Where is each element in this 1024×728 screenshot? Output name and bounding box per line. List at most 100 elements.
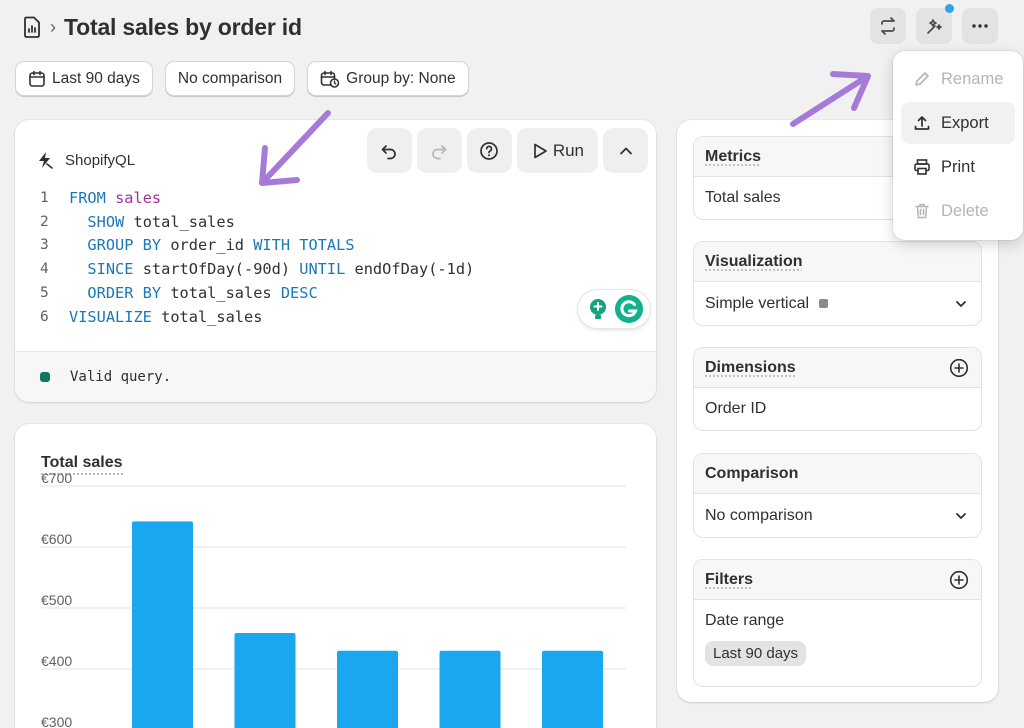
report-icon[interactable] [22, 16, 42, 38]
chevron-down-icon [953, 296, 969, 312]
sparkle-button[interactable] [916, 8, 952, 44]
chart-bar[interactable] [235, 633, 296, 728]
comparison-chip[interactable]: No comparison [165, 61, 295, 96]
dimensions-title: Dimensions [705, 359, 796, 377]
section-header: Comparison [694, 454, 981, 494]
run-button[interactable]: Run [517, 128, 598, 173]
filter-label: Date range [705, 612, 970, 630]
trash-icon [913, 202, 931, 220]
pencil-icon [913, 70, 931, 88]
code-line: 3 GROUP BY order_id WITH TOTALS [40, 234, 474, 258]
code-indent [69, 282, 87, 306]
code-token: endOfDay(-1d) [355, 258, 475, 282]
visualization-select[interactable]: Simple vertical [694, 282, 981, 326]
editor-status-bar: Valid query. [15, 351, 656, 402]
comparison-title: Comparison [705, 465, 798, 483]
grammarly-widget[interactable] [578, 290, 650, 328]
chip-label: Last 90 days [52, 70, 140, 88]
editor-header: ShopifyQL [35, 150, 135, 170]
status-text: Valid query. [70, 369, 171, 385]
run-label: Run [553, 141, 584, 161]
calendar-clock-icon [320, 70, 340, 88]
redo-button[interactable] [417, 128, 462, 173]
undo-icon [379, 141, 399, 161]
more-horizontal-icon [970, 16, 990, 36]
page-header: › Total sales by order id [22, 12, 302, 42]
bar-chart: €700 €600 €500 €400 €300 [15, 424, 656, 728]
code-line: 4 SINCE startOfDay(-90d) UNTIL endOfDay(… [40, 258, 474, 282]
chart-bar[interactable] [132, 521, 193, 728]
code-indent [69, 234, 87, 258]
repeat-button[interactable] [870, 8, 906, 44]
line-number: 2 [40, 211, 69, 235]
code-indent [69, 211, 87, 235]
code-editor[interactable]: 1 FROM sales 2 SHOW total_sales 3 GROUP BY … [40, 187, 474, 329]
collapse-button[interactable] [603, 128, 648, 173]
plus-circle-icon[interactable] [949, 570, 969, 590]
section-header: Dimensions [694, 348, 981, 388]
comparison-select[interactable]: No comparison [694, 494, 981, 538]
section-header: Visualization [694, 242, 981, 282]
code-token: UNTIL [299, 258, 354, 282]
notification-dot [945, 4, 954, 13]
code-line: 1 FROM sales [40, 187, 474, 211]
editor-title: ShopifyQL [65, 152, 135, 169]
chip-label: No comparison [178, 70, 282, 88]
line-number: 6 [40, 306, 69, 330]
code-token: WITH TOTALS [253, 234, 354, 258]
menu-item-export[interactable]: Export [901, 102, 1015, 144]
visualization-value: Simple vertical [705, 295, 809, 312]
repeat-icon [878, 16, 898, 36]
chart-bar[interactable] [337, 651, 398, 728]
chart-card: Total sales €700 €600 €500 €400 €300 [15, 424, 656, 728]
chevron-up-icon [617, 142, 635, 160]
plus-circle-icon[interactable] [949, 358, 969, 378]
code-token: SINCE [87, 258, 142, 282]
date-range-chip[interactable]: Last 90 days [15, 61, 153, 96]
line-number: 4 [40, 258, 69, 282]
undo-button[interactable] [367, 128, 412, 173]
color-swatch [819, 299, 828, 308]
code-token: total_sales [170, 282, 281, 306]
visualization-title: Visualization [705, 253, 803, 271]
breadcrumb-separator: › [50, 17, 56, 38]
group-by-chip[interactable]: Group by: None [307, 61, 468, 96]
lightning-icon [35, 150, 55, 170]
y-tick-label: €700 [41, 470, 72, 486]
menu-item-label: Rename [941, 70, 1003, 89]
chip-label: Group by: None [346, 70, 455, 88]
help-button[interactable] [467, 128, 512, 173]
dimension-item[interactable]: Order ID [694, 388, 981, 430]
more-actions-button[interactable] [962, 8, 998, 44]
menu-item-print[interactable]: Print [901, 146, 1015, 188]
top-actions [870, 8, 998, 44]
arrow-to-menu-icon [793, 74, 868, 124]
menu-item-delete[interactable]: Delete [901, 190, 1015, 232]
grammarly-icon [614, 294, 644, 324]
dimensions-section: Dimensions Order ID [693, 347, 982, 431]
filters-section: Filters Date range Last 90 days [693, 559, 982, 687]
chart-bar[interactable] [542, 651, 603, 728]
filter-chips: Last 90 days No comparison Group by: Non… [15, 61, 469, 96]
y-tick-label: €600 [41, 531, 72, 547]
y-tick-label: €500 [41, 592, 72, 608]
filter-item[interactable]: Date range Last 90 days [694, 600, 981, 666]
question-circle-icon [479, 141, 499, 161]
filters-title: Filters [705, 571, 753, 589]
dimension-value: Order ID [705, 400, 766, 418]
y-tick-label: €400 [41, 653, 72, 669]
code-token: GROUP BY [87, 234, 170, 258]
comparison-section: Comparison No comparison [693, 453, 982, 538]
code-token: ORDER BY [87, 282, 170, 306]
metric-value: Total sales [705, 189, 781, 207]
chart-bar[interactable] [440, 651, 501, 728]
code-token: SHOW [87, 211, 133, 235]
sparkle-icon [924, 16, 944, 36]
code-token: DESC [281, 282, 318, 306]
menu-item-rename[interactable]: Rename [901, 58, 1015, 100]
code-line: 2 SHOW total_sales [40, 211, 474, 235]
code-token: VISUALIZE [69, 306, 161, 330]
code-token: order_id [170, 234, 253, 258]
more-actions-menu: Rename Export Print Delete [893, 51, 1023, 240]
play-icon [531, 142, 549, 160]
